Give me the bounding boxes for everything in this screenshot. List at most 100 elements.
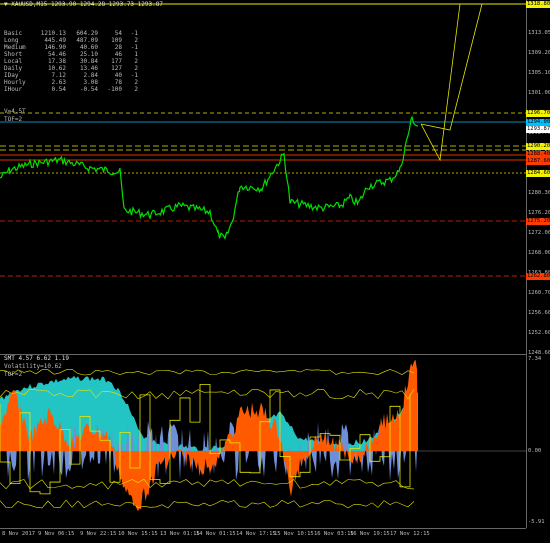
info-table-cell: 25.10 xyxy=(79,51,98,58)
info-table-cell: Basic xyxy=(4,30,23,37)
info-table-cell: -1 xyxy=(130,72,138,79)
time-axis[interactable]: 8 Nov 2017 9 Nov 06:15 9 Nov 22:15 10 Nov 1… xyxy=(0,528,526,543)
symbol-header: ▼ XAUUSD,M15 1293.90 1294.28 1293.73 129… xyxy=(4,1,163,8)
indicator-title: SMT 4.57 6.62 1.19 xyxy=(4,355,70,362)
price-flag-label: 1290.20 xyxy=(526,143,550,150)
info-table-row: Hourly 2.63 3.08 78 2 xyxy=(4,79,138,86)
price-flag-label: 1318.80 xyxy=(526,1,550,8)
info-table-cell: -100 xyxy=(107,86,122,93)
info-table-row: Daily 10.62 13.46 127 2 xyxy=(4,65,138,72)
axis-border xyxy=(526,0,527,528)
info-table-row: Short 54.46 25.10 46 1 xyxy=(4,51,138,58)
info-table-cell: 127 xyxy=(111,65,122,72)
price-tick-label: 1301.00 xyxy=(528,90,550,96)
info-table-cell: 7.12 xyxy=(51,72,66,79)
info-table: Basic 1210.13 604.29 54 -1 Long 445.49 487.09 10… xyxy=(4,30,138,93)
info-table-row: IHour 0.54 -0.54 -100 2 xyxy=(4,86,138,93)
info-table-cell: 46 xyxy=(114,51,122,58)
price-series-line xyxy=(0,115,419,241)
indicator-canvas xyxy=(0,359,526,512)
info-table-cell: 0.54 xyxy=(51,86,66,93)
price-flag-label: 1288.40 xyxy=(526,151,550,158)
info-table-row: Local 17.38 30.84 177 2 xyxy=(4,58,138,65)
price-chart-panel[interactable]: ▼ XAUUSD,M15 1293.90 1294.28 1293.73 129… xyxy=(0,0,526,354)
time-axis-label: 14 Nov 01:15 xyxy=(196,531,236,537)
time-axis-label: 16 Nov 19:15 xyxy=(350,531,390,537)
info-table-cell: 54.46 xyxy=(47,51,66,58)
info-table-cell: -1 xyxy=(130,30,138,37)
info-table-cell: 2 xyxy=(134,79,138,86)
time-axis-label: 10 Nov 15:15 xyxy=(118,531,158,537)
info-table-cell: -1 xyxy=(130,44,138,51)
indicator-panel[interactable]: SMT 4.57 6.62 1.19 Volatility=10.62 TOF=… xyxy=(0,354,526,528)
indicator-upper-band xyxy=(0,368,415,376)
info-table-row: IDay 7.12 2.84 40 -1 xyxy=(4,72,138,79)
info-table-cell: 30.84 xyxy=(79,58,98,65)
info-table-cell: 10.62 xyxy=(47,65,66,72)
info-table-cell: Medium xyxy=(4,44,26,51)
info-table-cell: 17.38 xyxy=(47,58,66,65)
projection-line-1 xyxy=(420,3,461,162)
info-table-cell: 2 xyxy=(134,65,138,72)
info-table-cell: 177 xyxy=(111,58,122,65)
price-flag-label: 1262.80 xyxy=(526,273,550,280)
info-table-cell: 2 xyxy=(134,37,138,44)
info-table-cell: -0.54 xyxy=(79,86,98,93)
price-tick-label: 1276.20 xyxy=(528,210,550,216)
info-table-cell: 40.60 xyxy=(79,44,98,51)
time-axis-label: 13 Nov 01:15 xyxy=(160,531,200,537)
info-table-row: Medium 146.90 40.60 28 -1 xyxy=(4,44,138,51)
info-table-cell: IDay xyxy=(4,72,19,79)
price-flag-label: 1275.20 xyxy=(526,218,550,225)
indicator-axis-top: 7.34 xyxy=(528,356,542,362)
time-axis-label: 9 Nov 22:15 xyxy=(80,531,117,537)
volume-label: V=4.5T xyxy=(4,108,26,115)
info-table-cell: 3.08 xyxy=(83,79,98,86)
info-table-cell: Short xyxy=(4,51,23,58)
info-table-cell: 13.46 xyxy=(79,65,98,72)
info-table-cell: 28 xyxy=(114,44,122,51)
price-tick-label: 1313.05 xyxy=(528,30,550,36)
indicator-volatility: Volatility=10.62 xyxy=(4,363,62,370)
info-table-cell: 1210.13 xyxy=(40,30,66,37)
price-tick-label: 1252.60 xyxy=(528,330,550,336)
info-table-cell: IHour xyxy=(4,86,23,93)
price-flag-label: 1284.60 xyxy=(526,170,550,177)
price-flag-label: 1294.00 xyxy=(526,119,550,126)
info-table-cell: Hourly xyxy=(4,79,26,86)
info-table-cell: 78 xyxy=(114,79,122,86)
price-flag-label: 1293.87 xyxy=(526,126,550,133)
info-table-cell: Daily xyxy=(4,65,23,72)
price-tick-label: 1272.00 xyxy=(528,230,550,236)
projection-line-2 xyxy=(420,3,483,131)
info-table-cell: 487.09 xyxy=(76,37,98,44)
info-table-cell: 109 xyxy=(111,37,122,44)
info-table-cell: 2.63 xyxy=(51,79,66,86)
info-table-cell: 1 xyxy=(134,51,138,58)
time-axis-label: 14 Nov 17:15 xyxy=(236,531,276,537)
info-table-cell: Long xyxy=(4,37,19,44)
price-tick-label: 1256.60 xyxy=(528,310,550,316)
price-tick-label: 1309.20 xyxy=(528,50,550,56)
info-table-cell: 604.29 xyxy=(76,30,98,37)
time-axis-label: 17 Nov 12:15 xyxy=(390,531,430,537)
info-table-cell: 445.49 xyxy=(44,37,66,44)
time-axis-label: 15 Nov 10:15 xyxy=(274,531,314,537)
info-table-cell: 2 xyxy=(134,58,138,65)
price-tick-label: 1260.70 xyxy=(528,290,550,296)
info-table-cell: 40 xyxy=(114,72,122,79)
price-axis[interactable]: 1317.301313.051309.201305.101301.001296.… xyxy=(526,0,550,528)
info-table-row: Basic 1210.13 604.29 54 -1 xyxy=(4,30,138,37)
info-table-row: Long 445.49 487.09 109 2 xyxy=(4,37,138,44)
tof-label: TOF=2 xyxy=(4,116,23,123)
info-table-cell: Local xyxy=(4,58,23,65)
price-flag-label: 1287.60 xyxy=(526,158,550,165)
time-axis-label: 8 Nov 2017 xyxy=(2,531,36,537)
indicator-lower-band-2 xyxy=(0,478,415,490)
price-tick-label: 1305.10 xyxy=(528,70,550,76)
price-flag-label: 1296.70 xyxy=(526,110,550,117)
info-table-cell: 2 xyxy=(134,86,138,93)
info-table-cell: 54 xyxy=(114,30,122,37)
indicator-lower-band xyxy=(0,499,415,509)
time-axis-label: 16 Nov 03:15 xyxy=(314,531,354,537)
